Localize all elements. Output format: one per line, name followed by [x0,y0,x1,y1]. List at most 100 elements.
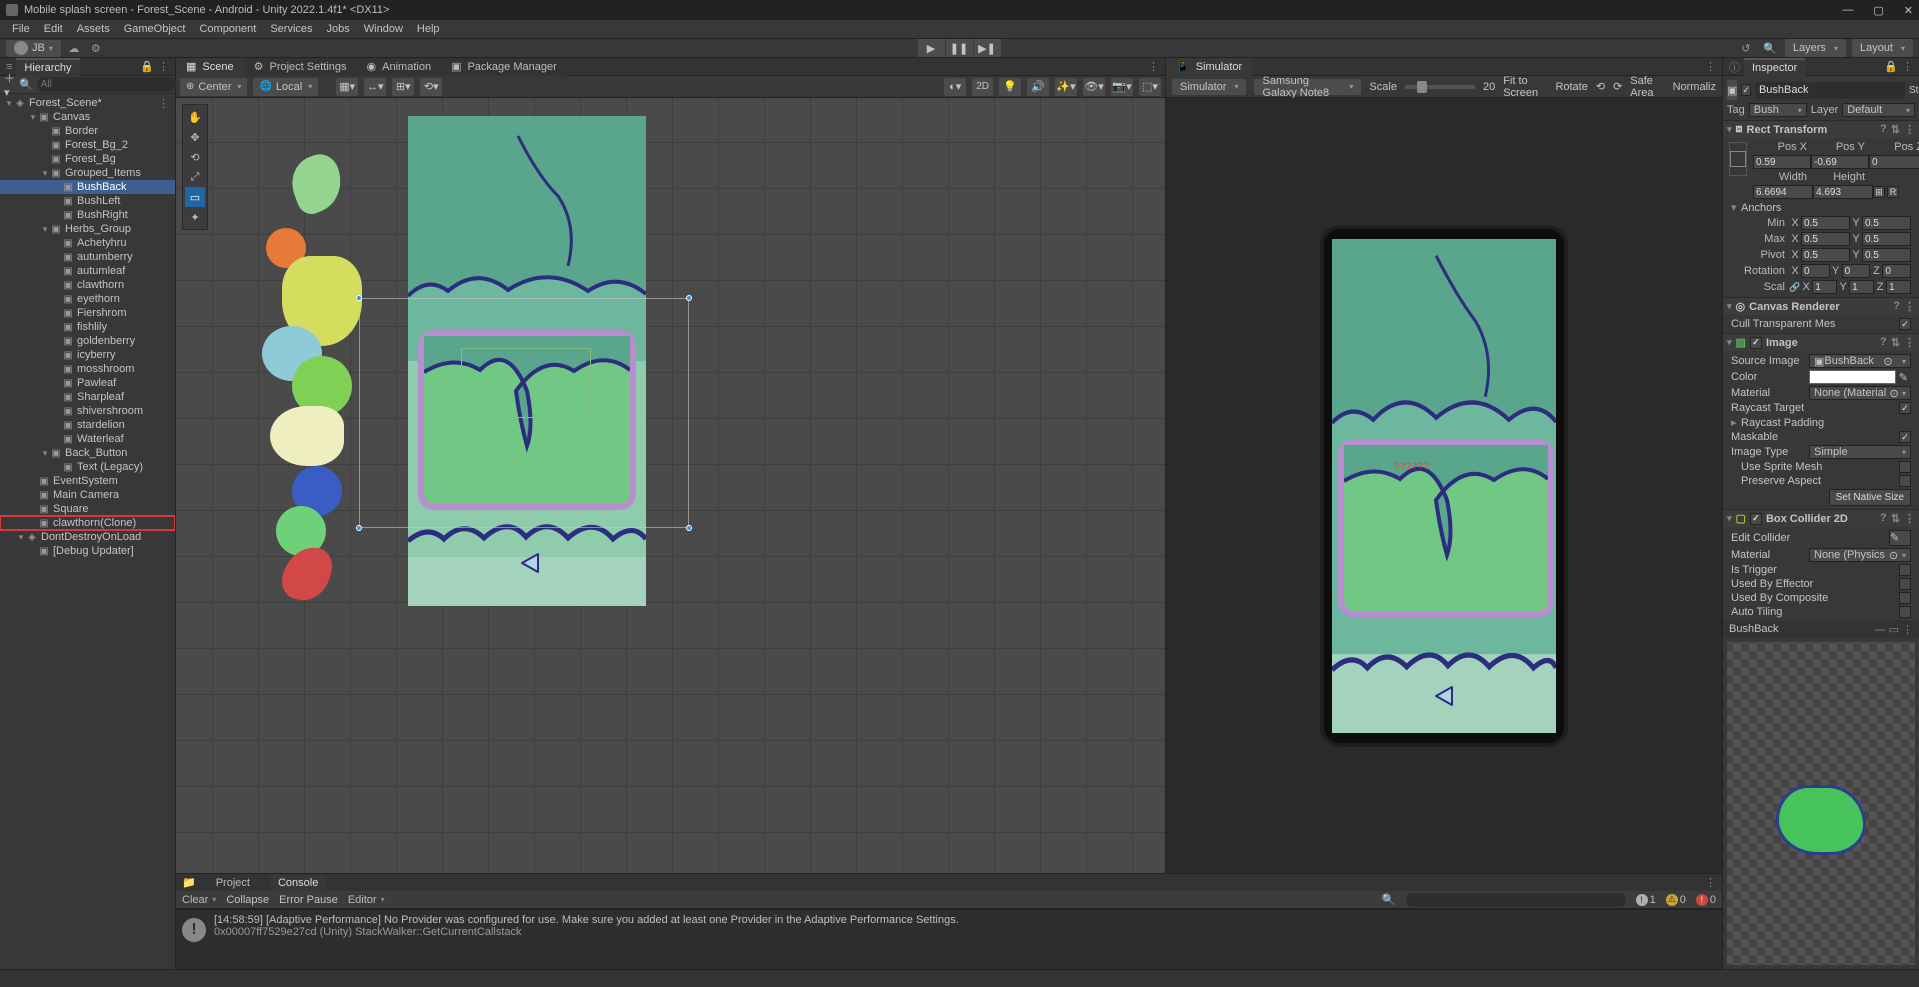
grid-snap-icon[interactable]: ▦▾ [336,78,358,96]
menu-edit[interactable]: Edit [38,21,69,37]
menu-jobs[interactable]: Jobs [321,21,356,37]
tab-animation[interactable]: ◉Animation [357,57,442,76]
hierarchy-item[interactable]: ▣shivershroom [0,404,175,418]
menu-gameobject[interactable]: GameObject [118,21,192,37]
simulator-tabs-menu-icon[interactable]: ⋮ [1699,60,1722,73]
console-menu-icon[interactable]: ⋮ [1705,876,1716,889]
console-search-icon[interactable]: 🔍 [1382,893,1396,906]
hierarchy-item[interactable]: ▣EventSystem [0,474,175,488]
hierarchy-item[interactable]: ▾▣Grouped_Items [0,166,175,180]
tab-simulator[interactable]: 📱Simulator [1166,57,1252,76]
lighting-icon[interactable]: 💡 [999,78,1021,96]
hierarchy-lock-icon[interactable]: 🔒 [140,60,154,73]
simulator-device-dropdown[interactable]: Samsung Galaxy Note8 [1254,79,1361,95]
hierarchy-item[interactable]: ▣[Debug Updater] [0,544,175,558]
raycast-target-checkbox[interactable]: ✓ [1899,402,1911,414]
maskable-checkbox[interactable]: ✓ [1899,431,1911,443]
preset-icon[interactable]: ⇅ [1891,123,1900,136]
image-component-header[interactable]: ▾▧ ✓ Image ?⇅⋮ [1723,334,1919,351]
width-input[interactable] [1753,185,1813,199]
source-image-field[interactable]: ▣ BushBack⊙ [1809,354,1911,368]
layout-dropdown[interactable]: Layout [1852,39,1913,57]
scl-z[interactable] [1886,280,1911,294]
close-button[interactable]: ✕ [1904,4,1913,17]
editor-dropdown[interactable]: Editor [348,894,385,906]
use-sprite-mesh-checkbox[interactable] [1899,461,1911,473]
rotate-cw-icon[interactable]: ⟳ [1613,80,1622,93]
clear-dropdown[interactable]: Clear [182,894,216,906]
anchor-min-y[interactable] [1862,216,1911,230]
search-global-icon[interactable]: 🔍 [1761,39,1779,57]
help-icon[interactable]: ? [1880,123,1887,136]
hierarchy-item[interactable]: ▣BushLeft [0,194,175,208]
hierarchy-item[interactable]: ▣Forest_Bg [0,152,175,166]
error-count[interactable]: !0 [1696,894,1716,906]
undo-history-icon[interactable]: ↺ [1737,39,1755,57]
fx-icon[interactable]: ✨▾ [1055,78,1077,96]
hidden-icon[interactable]: 👁▾ [1083,78,1105,96]
hierarchy-item[interactable]: ▾◈DontDestroyOnLoad [0,530,175,544]
posz-input[interactable] [1869,155,1919,169]
hierarchy-item[interactable]: ▣BushBack [0,180,175,194]
anchor-max-x[interactable] [1801,232,1850,246]
eyedropper-icon[interactable]: ✎ [1896,371,1911,384]
auto-tiling-checkbox[interactable] [1899,606,1911,618]
scene-root-label[interactable]: Forest_Scene* [29,97,102,109]
hand-tool-icon[interactable]: ✋ [185,107,205,127]
rot-y[interactable] [1842,264,1871,278]
anchors-label[interactable]: Anchors [1741,202,1781,214]
pause-button[interactable]: ❚❚ [946,39,974,57]
pivot-y[interactable] [1862,248,1911,262]
cull-checkbox[interactable]: ✓ [1899,318,1911,330]
layer-dropdown[interactable]: Default [1842,103,1915,117]
raw-edit-icon[interactable]: R [1887,186,1899,198]
console-body[interactable]: ! [14:58:59] [Adaptive Performance] No P… [176,909,1722,969]
hierarchy-item[interactable]: ▾▣Back_Button [0,446,175,460]
scl-x[interactable] [1812,280,1837,294]
inspector-lock-icon[interactable]: 🔒 [1884,60,1898,73]
rotate-ccw-icon[interactable]: ⟲ [1596,80,1605,93]
rotate-tool-icon[interactable]: ⟲ [185,147,205,167]
rect-transform-header[interactable]: ▾⧈ Rect Transform ?⇅⋮ [1723,121,1919,138]
preview-header[interactable]: BushBack — ▭ ⋮ [1723,621,1919,638]
hierarchy-item[interactable]: ▣goldenberry [0,334,175,348]
tool-handle-icon[interactable]: ⟲▾ [420,78,442,96]
tab-project[interactable]: Project [208,875,258,891]
color-field[interactable] [1809,370,1896,384]
tab-project-settings[interactable]: ⚙Project Settings [244,57,357,76]
snap-increment-icon[interactable]: ↔▾ [364,78,386,96]
scene-tabs-menu-icon[interactable]: ⋮ [1142,60,1165,73]
material-field[interactable]: None (Material⊙ [1809,386,1911,400]
2d-toggle[interactable]: 2D [972,78,993,96]
simulator-viewport[interactable]: ?????? [1166,98,1722,873]
space-dropdown[interactable]: 🌐Local [253,78,318,96]
is-trigger-checkbox[interactable] [1899,564,1911,576]
preserve-aspect-checkbox[interactable] [1899,475,1911,487]
hierarchy-item[interactable]: ▣stardelion [0,418,175,432]
fit-to-screen-button[interactable]: Fit to Screen [1503,75,1547,99]
hierarchy-item[interactable]: ▣fishlily [0,320,175,334]
menu-help[interactable]: Help [411,21,446,37]
posy-input[interactable] [1811,155,1869,169]
anchor-max-y[interactable] [1862,232,1911,246]
hierarchy-item[interactable]: ▣eyethorn [0,292,175,306]
hierarchy-item[interactable]: ▣Pawleaf [0,376,175,390]
menu-file[interactable]: File [6,21,36,37]
snap-icon[interactable]: ⊞▾ [392,78,414,96]
hierarchy-item[interactable]: ▣icyberry [0,348,175,362]
hierarchy-item[interactable]: ▣Square [0,502,175,516]
tab-console[interactable]: Console [270,875,326,891]
audio-icon[interactable]: 🔊 [1027,78,1049,96]
info-count[interactable]: !1 [1636,894,1656,906]
tab-package-manager[interactable]: ▣Package Manager [441,57,567,76]
scl-y[interactable] [1849,280,1874,294]
hierarchy-item[interactable]: ▣mosshroom [0,362,175,376]
hierarchy-item[interactable]: ▣clawthorn [0,278,175,292]
scene-viewport[interactable]: ✋ ✥ ⟲ ⤢ ▭ ✦ [176,98,1165,873]
hierarchy-item[interactable]: ▣Text (Legacy) [0,460,175,474]
draw-mode-icon[interactable]: ◐▾ [944,78,966,96]
hierarchy-item[interactable]: ▣autumleaf [0,264,175,278]
maximize-button[interactable]: ▢ [1873,4,1883,17]
console-search-input[interactable] [1406,893,1626,907]
menu-services[interactable]: Services [264,21,318,37]
